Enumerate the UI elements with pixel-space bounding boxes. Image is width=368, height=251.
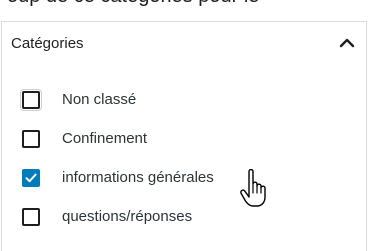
category-list: Non classé Confinement informations géné… <box>2 80 366 236</box>
checkbox-informations-generales[interactable] <box>22 168 40 187</box>
checkbox-confinement[interactable] <box>22 129 40 148</box>
clipped-text-line: oup de ce catégories pour le <box>0 0 368 22</box>
panel-title: Catégories <box>11 34 84 52</box>
category-item-confinement[interactable]: Confinement <box>2 119 366 158</box>
category-label: questions/réponses <box>62 208 193 225</box>
category-label: Non classé <box>62 91 137 108</box>
chevron-up-icon[interactable] <box>338 34 356 52</box>
clipped-text: oup de ce catégories pour le <box>7 0 259 8</box>
category-item-questions-reponses[interactable]: questions/réponses <box>2 197 366 236</box>
categories-panel-header[interactable]: Catégories <box>2 22 366 64</box>
category-item-informations-generales[interactable]: informations générales <box>2 158 366 197</box>
category-item-non-classe[interactable]: Non classé <box>2 80 366 119</box>
categories-panel: Catégories Non classé Confinement inform… <box>1 21 367 251</box>
checkbox-non-classe[interactable] <box>22 90 40 109</box>
checkmark-icon <box>25 173 37 182</box>
category-label: informations générales <box>62 169 214 186</box>
checkbox-questions-reponses[interactable] <box>22 207 40 226</box>
category-label: Confinement <box>62 130 148 147</box>
